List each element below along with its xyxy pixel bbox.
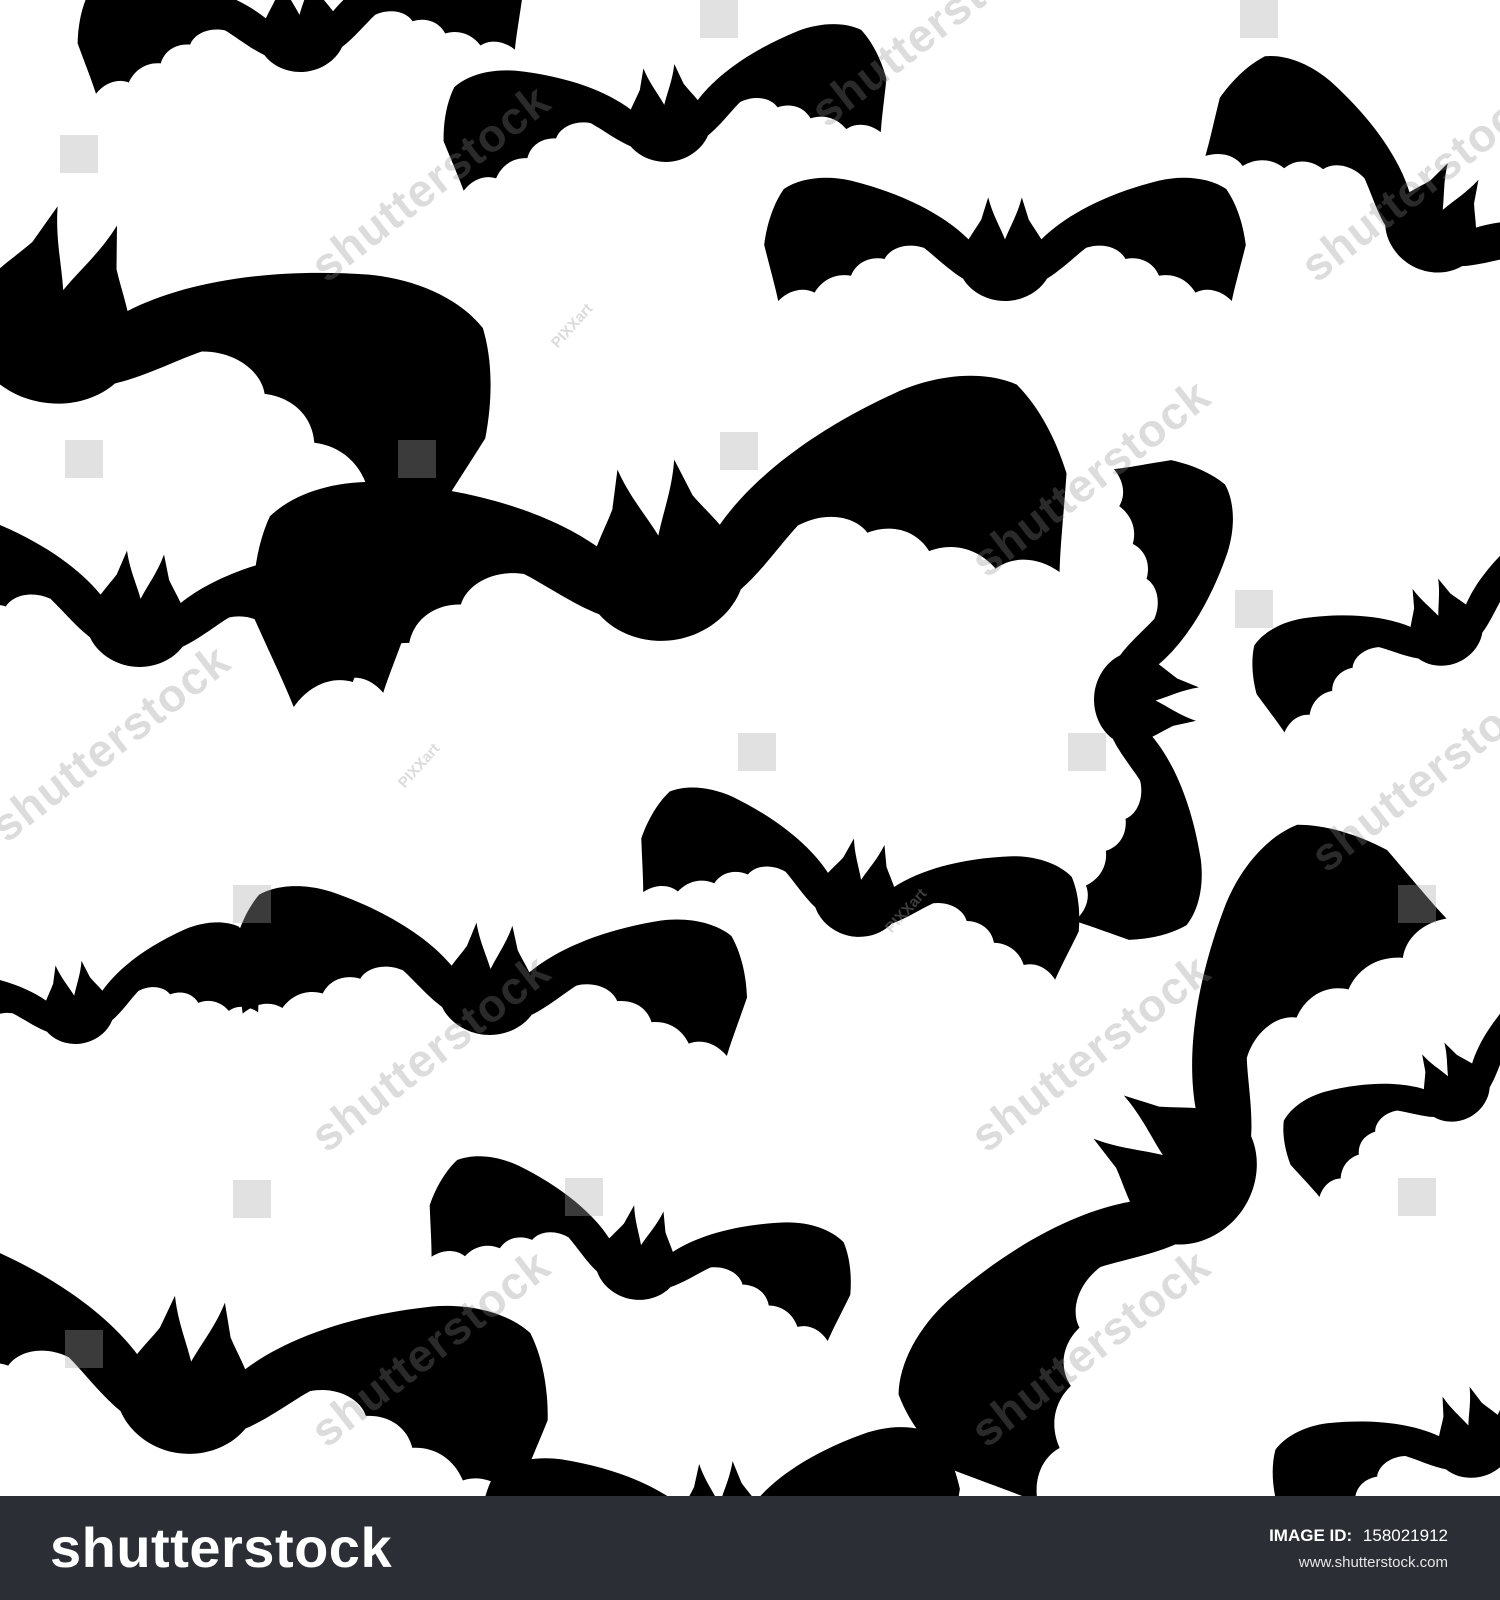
bat-pattern-svg [0, 0, 1500, 1496]
bat-silhouette [227, 880, 754, 1058]
watermark-footer-bar: shutterstock IMAGE ID: 158021912 www.shu… [0, 1496, 1500, 1600]
bat-silhouette [764, 177, 1246, 301]
bat-silhouette [434, 17, 894, 193]
bat-silhouette [1192, 36, 1500, 384]
bat-silhouette [1256, 1305, 1500, 1496]
bat-silhouette [0, 915, 269, 1077]
brand-logo: shutterstock [50, 1516, 393, 1579]
image-id-value: 158021912 [1362, 1526, 1448, 1545]
bat-silhouette [0, 1219, 562, 1496]
bat-silhouette [71, 0, 528, 96]
image-id-label: IMAGE ID: [1269, 1526, 1353, 1545]
bat-pattern: shutterstock shutterstock shutterstock s… [0, 0, 1500, 1496]
stock-image: shutterstock shutterstock shutterstock s… [0, 0, 1500, 1600]
bat-silhouette [1235, 494, 1500, 737]
bat-silhouette [1073, 455, 1238, 946]
image-id: IMAGE ID: 158021912 [1269, 1526, 1448, 1546]
website-url: www.shutterstock.com [1298, 1554, 1448, 1571]
bat-silhouette [474, 1422, 965, 1496]
